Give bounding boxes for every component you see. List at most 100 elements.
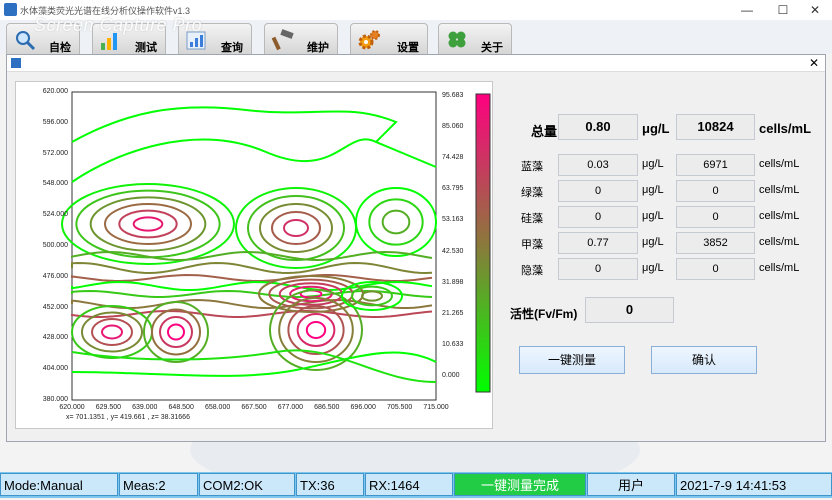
algae-conc-unit: μg/L	[642, 158, 664, 170]
algae-conc-unit: μg/L	[642, 262, 664, 274]
maximize-button[interactable]: ☐	[766, 0, 800, 20]
x-tick-label: 648.500	[168, 404, 194, 411]
confirm-button[interactable]: 确认	[651, 346, 757, 374]
toolbar-about-button[interactable]: 关于	[438, 23, 512, 57]
dialog-app-icon	[11, 58, 21, 68]
algae-conc-unit: μg/L	[642, 210, 664, 222]
algae-cells-value: 0	[676, 206, 755, 228]
toolbar-label: 测试	[135, 42, 157, 54]
algae-cells-value: 0	[676, 180, 755, 202]
status-meas: Meas:2	[119, 473, 198, 496]
status-rx: RX:1464	[365, 473, 453, 496]
status-message: 一键测量完成	[454, 473, 586, 496]
activity-value: 0	[585, 297, 674, 323]
x-tick-label: 620.000	[59, 404, 85, 411]
y-tick-label: 500.000	[42, 242, 68, 249]
y-tick-label: 596.000	[42, 118, 68, 126]
x-tick-label: 658.000	[204, 404, 231, 411]
x-tick-label: 705.500	[386, 404, 413, 411]
total-cells-value: 10824	[676, 114, 755, 140]
y-tick-label: 572.000	[42, 149, 68, 157]
algae-label: 硅藻	[521, 213, 543, 225]
y-tick-label: 428.000	[42, 334, 68, 342]
colorbar-tick-label: 31.898	[442, 278, 464, 286]
x-tick-label: 677.000	[277, 404, 304, 411]
toolbar-maintenance-button[interactable]: 维护	[264, 23, 338, 57]
algae-conc-unit: μg/L	[642, 184, 664, 196]
algae-conc-value: 0	[558, 258, 638, 280]
toolbar-label: 关于	[481, 42, 503, 54]
algae-conc-value: 0	[558, 206, 638, 228]
algae-cells-value: 3852	[676, 232, 755, 254]
algae-cells-value: 6971	[676, 154, 755, 176]
status-mode: Mode:Manual	[0, 473, 118, 496]
colorbar-tick-label: 95.683	[442, 92, 464, 99]
x-tick-label: 629.500	[95, 404, 122, 411]
measurement-dialog: ✕ 620.000 596.000 572.000 548.000 524.000 500…	[6, 54, 826, 442]
contour-plot[interactable]	[16, 82, 492, 428]
colorbar-tick-label: 74.428	[442, 154, 464, 162]
algae-conc-value: 0.77	[558, 232, 638, 254]
colorbar-tick-label: 10.633	[442, 340, 464, 348]
toolbar-label: 自检	[49, 42, 71, 54]
hammer-icon	[271, 29, 294, 51]
algae-conc-value: 0.03	[558, 154, 638, 176]
one-key-measure-button[interactable]: 一键测量	[519, 346, 625, 374]
dialog-close-button[interactable]: ✕	[809, 55, 819, 71]
colorbar	[475, 93, 491, 393]
x-tick-label: 667.500	[241, 404, 267, 411]
status-datetime: 2021-7-9 14:41:53	[676, 473, 832, 496]
x-tick-label: 715.000	[423, 404, 449, 411]
algae-cells-value: 0	[676, 258, 755, 280]
app-icon	[4, 3, 17, 16]
total-conc-unit: μg/L	[642, 121, 670, 136]
algae-label: 绿藻	[521, 187, 543, 199]
watermark-text: Screen Capture Pro	[34, 15, 203, 35]
y-tick-label: 620.000	[42, 88, 68, 95]
colorbar-tick-label: 0.000	[442, 372, 460, 379]
y-tick-label: 380.000	[42, 396, 68, 403]
contour-plot-panel: 620.000 596.000 572.000 548.000 524.000 500.0…	[15, 81, 493, 429]
cursor-readout: x= 701.1351 , y= 419.661 , z= 38.31666	[66, 414, 190, 421]
y-tick-label: 524.000	[42, 211, 68, 219]
dialog-title-bar: ✕	[7, 55, 825, 72]
total-label: 总量	[531, 124, 558, 139]
y-tick-label: 476.000	[42, 272, 68, 280]
toolbar-label: 维护	[307, 42, 329, 54]
total-conc-value: 0.80	[558, 114, 638, 140]
toolbar-label: 设置	[397, 42, 419, 54]
status-tx: TX:36	[296, 473, 364, 496]
colorbar-tick-label: 85.060	[442, 123, 464, 131]
algae-cells-unit: cells/mL	[759, 236, 800, 248]
algae-label: 甲藻	[521, 239, 543, 251]
minimize-button[interactable]: —	[730, 0, 764, 20]
y-tick-label: 452.000	[42, 303, 68, 311]
algae-label: 隐藻	[521, 265, 543, 277]
toolbar-label: 查询	[221, 42, 243, 54]
clover-icon	[448, 31, 466, 48]
algae-cells-unit: cells/mL	[759, 262, 800, 274]
activity-label: 活性(Fv/Fm)	[510, 307, 578, 321]
algae-conc-unit: μg/L	[642, 236, 664, 248]
y-tick-label: 404.000	[42, 365, 68, 373]
x-tick-label: 686.500	[314, 404, 340, 411]
x-tick-label: 639.000	[132, 404, 158, 411]
algae-conc-value: 0	[558, 180, 638, 202]
colorbar-tick-label: 53.163	[442, 216, 464, 224]
colorbar-tick-label: 63.795	[442, 185, 464, 193]
algae-label: 蓝藻	[521, 161, 543, 173]
y-tick-label: 548.000	[42, 180, 68, 188]
status-bar: Mode:Manual Meas:2 COM2:OK TX:36 RX:1464…	[0, 472, 832, 498]
colorbar-tick-label: 21.265	[442, 309, 464, 317]
x-tick-label: 696.000	[350, 404, 376, 411]
status-user: 用户	[587, 473, 675, 496]
close-window-button[interactable]: ✕	[798, 0, 832, 20]
gear-icon	[358, 30, 380, 50]
total-cells-unit: cells/mL	[759, 121, 812, 136]
status-com: COM2:OK	[199, 473, 295, 496]
colorbar-tick-label: 42.530	[442, 247, 464, 255]
toolbar-settings-button[interactable]: 设置	[350, 23, 428, 57]
algae-cells-unit: cells/mL	[759, 158, 800, 170]
algae-cells-unit: cells/mL	[759, 210, 800, 222]
algae-cells-unit: cells/mL	[759, 184, 800, 196]
